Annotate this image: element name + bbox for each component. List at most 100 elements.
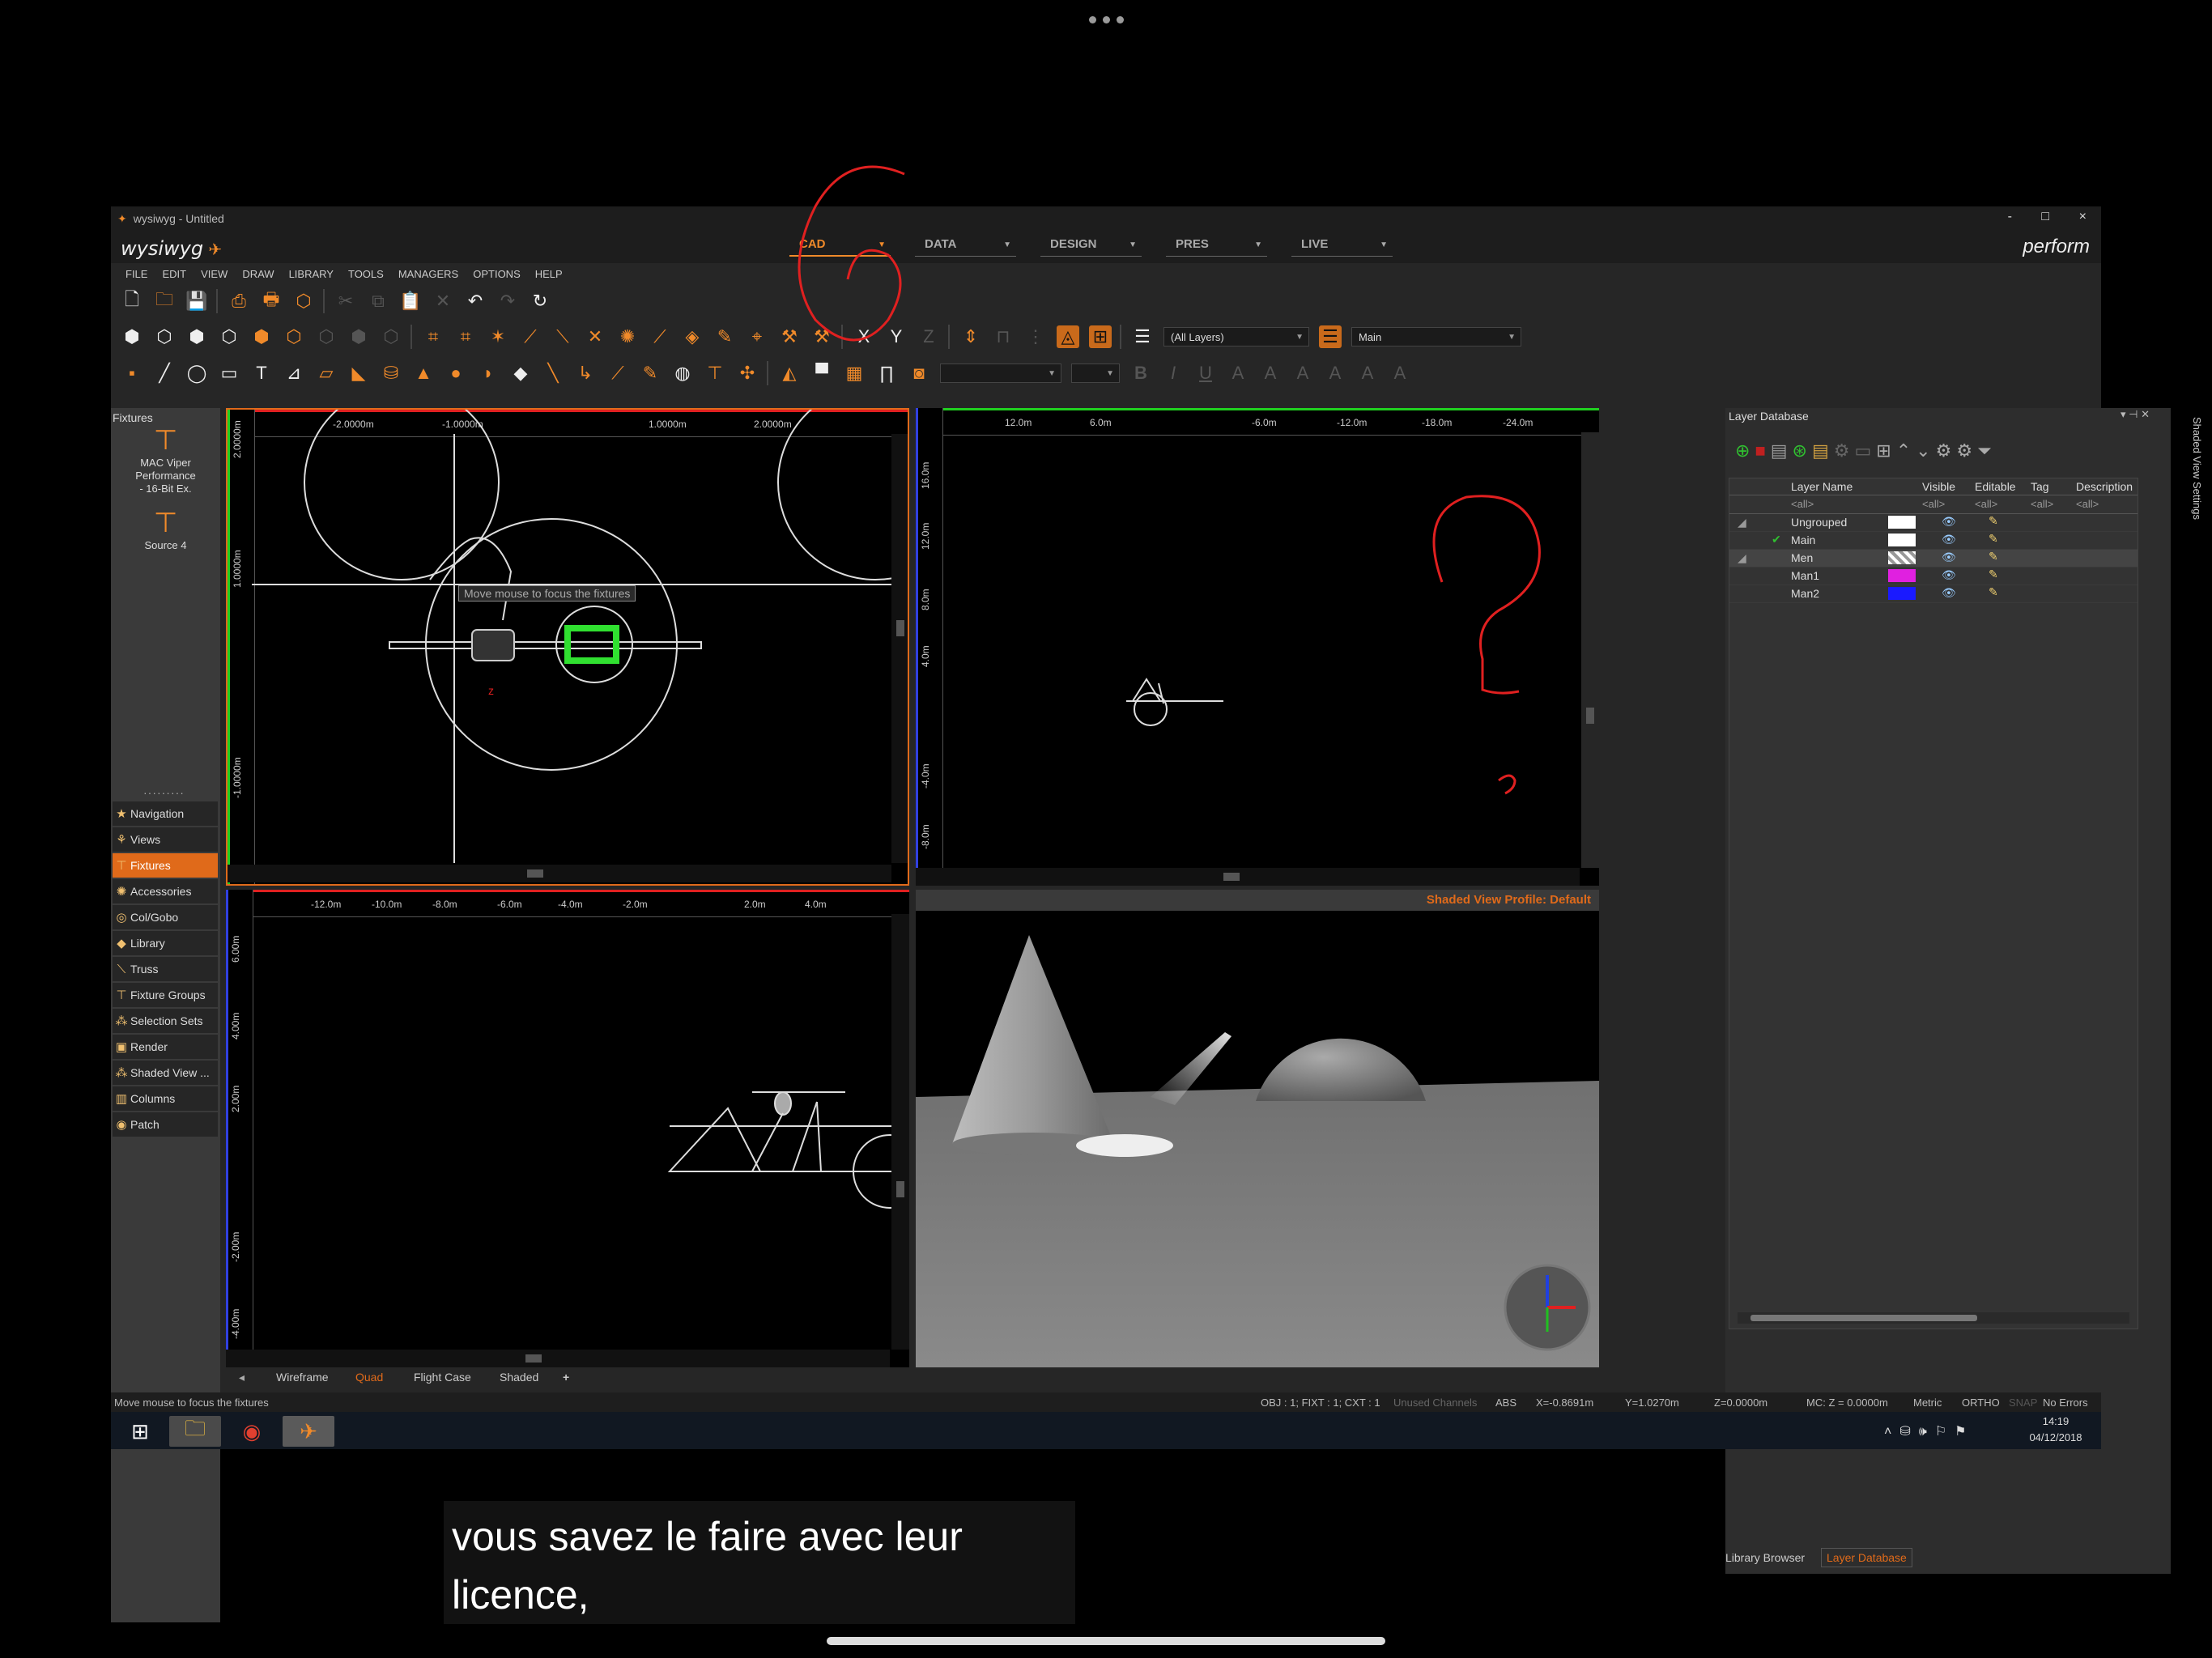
- nav-views[interactable]: ⚘ Views: [113, 827, 218, 852]
- refresh-icon[interactable]: ↻: [529, 290, 551, 312]
- scrollbar-horizontal[interactable]: [916, 868, 1580, 886]
- new-file-icon[interactable]: 🗋: [121, 289, 143, 312]
- sphere-grid-icon[interactable]: ◍: [671, 362, 694, 385]
- scrollbar-horizontal[interactable]: [228, 865, 891, 882]
- file-explorer-icon[interactable]: 🗀: [169, 1416, 221, 1447]
- filter-tag[interactable]: <all>: [2031, 498, 2053, 510]
- print-preview-icon[interactable]: ⎙: [228, 290, 250, 312]
- nav-navigation[interactable]: ★ Navigation: [113, 801, 218, 827]
- scrollbar-horizontal[interactable]: [226, 1350, 890, 1367]
- menu-file[interactable]: FILE: [125, 268, 147, 280]
- shaded-settings-side-tab[interactable]: Shaded View Settings: [2189, 417, 2208, 660]
- filter-description[interactable]: <all>: [2076, 498, 2099, 510]
- paste-icon[interactable]: 📋: [399, 290, 422, 312]
- layer-color-swatch[interactable]: [1888, 587, 1916, 600]
- windows-start-icon[interactable]: ⊞: [114, 1416, 166, 1447]
- layer-color-swatch[interactable]: [1888, 516, 1916, 529]
- hang-tool-icon[interactable]: ◭: [778, 362, 801, 385]
- insert-mode-icon[interactable]: ⊞: [1089, 325, 1112, 348]
- grid-dots-icon[interactable]: ⋮: [1024, 325, 1047, 348]
- layer-row[interactable]: Man2 👁 ✎: [1729, 585, 2138, 603]
- filter-editable[interactable]: <all>: [1975, 498, 1997, 510]
- fixture-item-mac-viper[interactable]: ⊤ MAC Viper Performance - 16-Bit Ex.: [111, 424, 220, 495]
- eye-icon[interactable]: 👁: [1942, 568, 1956, 582]
- package-icon[interactable]: ⬡: [292, 290, 315, 312]
- pipe-tool-icon[interactable]: ╲: [542, 362, 564, 385]
- viewport-shaded[interactable]: Shaded View Profile: Default: [916, 890, 1599, 1367]
- cut-icon[interactable]: ✂: [334, 290, 357, 312]
- text-bottom-icon[interactable]: A: [1389, 362, 1411, 385]
- dimension-tool-icon[interactable]: ⊿: [283, 362, 305, 385]
- nav-truss[interactable]: ⟍ Truss: [113, 957, 218, 982]
- menu-options[interactable]: OPTIONS: [473, 268, 521, 280]
- draw-mode-icon[interactable]: ◬: [1057, 325, 1079, 348]
- nav-fixture-groups[interactable]: ⊤ Fixture Groups: [113, 983, 218, 1008]
- nav-shaded-view[interactable]: ⁂ Shaded View ...: [113, 1061, 218, 1086]
- eye-icon[interactable]: 👁: [1942, 551, 1956, 564]
- redo-icon[interactable]: ↷: [496, 290, 519, 312]
- viewport-side[interactable]: -12.0m -10.0m -8.0m -6.0m -4.0m -2.0m 2.…: [226, 890, 909, 1367]
- rectangle-tool-icon[interactable]: ▭: [218, 362, 240, 385]
- chrome-icon[interactable]: ◉: [226, 1416, 278, 1447]
- menu-help[interactable]: HELP: [535, 268, 563, 280]
- eraser-tool-icon[interactable]: ◆: [509, 362, 532, 385]
- eye-icon[interactable]: 👁: [1942, 515, 1956, 529]
- wedge-tool-icon[interactable]: ◣: [347, 362, 370, 385]
- system-tray-icons[interactable]: ˄⛁🕪⚐⚑: [1884, 1423, 1975, 1439]
- text-middle-icon[interactable]: A: [1356, 362, 1379, 385]
- mode-tab-pres[interactable]: PRES ▼: [1166, 237, 1267, 257]
- home-indicator[interactable]: [827, 1637, 1385, 1645]
- add-tab-button[interactable]: +: [563, 1371, 569, 1384]
- close-button[interactable]: ×: [2079, 210, 2087, 224]
- video-wall-icon[interactable]: ▦: [843, 362, 866, 385]
- panel-grip[interactable]: ·········: [143, 786, 185, 799]
- underline-button[interactable]: U: [1194, 362, 1217, 385]
- collapse-up-icon[interactable]: ⌃: [1896, 440, 1911, 470]
- fixture-item-source4[interactable]: ⊤ Source 4: [111, 507, 220, 552]
- text-align-center-icon[interactable]: A: [1259, 362, 1282, 385]
- col-visible[interactable]: Visible: [1922, 480, 1955, 493]
- pencil-icon[interactable]: ✎: [1989, 532, 1998, 546]
- text-align-right-icon[interactable]: A: [1291, 362, 1314, 385]
- eye-icon[interactable]: 👁: [1942, 533, 1956, 546]
- layer-props-icon[interactable]: ▤: [1771, 440, 1788, 470]
- snap-cross-icon[interactable]: ✕: [584, 325, 606, 348]
- filter-name[interactable]: <all>: [1791, 498, 1814, 510]
- select-window-icon[interactable]: ⌗: [454, 325, 477, 348]
- tab-quad[interactable]: Quad: [355, 1371, 383, 1384]
- filter-icon[interactable]: ⏷: [1977, 440, 1992, 470]
- nav-library[interactable]: ◆ Library: [113, 931, 218, 956]
- eye-icon[interactable]: 👁: [1942, 586, 1956, 600]
- open-folder-icon[interactable]: 🗀: [153, 289, 176, 312]
- snap-line-icon[interactable]: ⟋: [519, 325, 542, 348]
- cone-tool-icon[interactable]: ▲: [412, 362, 435, 385]
- wire-cube-icon[interactable]: ⬡: [315, 325, 338, 348]
- scrollbar-vertical[interactable]: [891, 434, 908, 863]
- expand-icon[interactable]: ⊞: [1876, 440, 1891, 470]
- plane-tool-icon[interactable]: ▱: [315, 362, 338, 385]
- col-tag[interactable]: Tag: [2031, 480, 2049, 493]
- layer-stack-icon[interactable]: ☰: [1319, 325, 1342, 348]
- pencil-icon[interactable]: ✎: [1989, 568, 1998, 581]
- layer-filter-gear-icon[interactable]: ⚙: [1956, 440, 1972, 470]
- view-top-icon[interactable]: ⬡: [153, 325, 176, 348]
- circle-tool-icon[interactable]: ◯: [185, 362, 208, 385]
- maximize-button[interactable]: □: [2041, 210, 2049, 224]
- nav-columns[interactable]: ▥ Columns: [113, 1086, 218, 1112]
- nav-selection-sets[interactable]: ⁂ Selection Sets: [113, 1009, 218, 1034]
- clock[interactable]: 14:19 04/12/2018: [2015, 1414, 2096, 1446]
- layer-gear-icon[interactable]: ⚙: [1936, 440, 1952, 470]
- pencil-icon[interactable]: ✎: [713, 325, 736, 348]
- mode-tab-design[interactable]: DESIGN ▼: [1040, 237, 1142, 257]
- layer-color-icon[interactable]: ▤: [1812, 440, 1829, 470]
- nav-patch[interactable]: ◉ Patch: [113, 1112, 218, 1137]
- view-iso-icon[interactable]: ⬢: [121, 325, 143, 348]
- menu-tools[interactable]: TOOLS: [348, 268, 384, 280]
- nav-render[interactable]: ▣ Render: [113, 1035, 218, 1060]
- status-abs[interactable]: ABS: [1495, 1397, 1516, 1409]
- italic-button[interactable]: I: [1162, 362, 1185, 385]
- tab-flight-case[interactable]: Flight Case: [414, 1371, 471, 1384]
- solid-cube-icon[interactable]: ⬢: [347, 325, 370, 348]
- layer-row[interactable]: ◢ Ungrouped 👁 ✎: [1729, 514, 2138, 532]
- scrollbar-vertical[interactable]: [891, 914, 909, 1350]
